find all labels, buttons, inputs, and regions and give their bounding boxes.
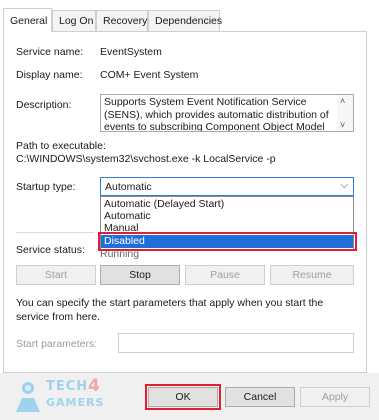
logo-mark-icon xyxy=(16,382,40,412)
display-name-value: COM+ Event System xyxy=(100,69,199,81)
tab-dependencies[interactable]: Dependencies xyxy=(148,10,222,31)
logo-line1: TECH xyxy=(46,379,89,394)
chevron-down-icon[interactable]: ⌵ xyxy=(340,180,348,191)
highlight-frame-ok xyxy=(145,384,221,410)
option-automatic[interactable]: Automatic xyxy=(101,210,353,222)
start-params-label: Start parameters: xyxy=(16,338,98,350)
apply-button[interactable]: Apply xyxy=(300,387,370,407)
start-params-input[interactable] xyxy=(118,333,354,353)
tech4gamers-logo: TECH 4 GAMERS xyxy=(8,376,128,416)
cancel-button[interactable]: Cancel xyxy=(225,387,295,407)
stop-button[interactable]: Stop xyxy=(100,265,180,285)
start-button[interactable]: Start xyxy=(16,265,96,285)
tab-recovery[interactable]: Recovery xyxy=(96,10,148,31)
description-scrollbar[interactable]: ˄ ˅ xyxy=(337,95,353,131)
option-automatic-delayed[interactable]: Automatic (Delayed Start) xyxy=(101,198,353,210)
tab-bar: General Log On Recovery Dependencies xyxy=(0,8,379,32)
start-params-hint: You can specify the start parameters tha… xyxy=(16,297,324,323)
startup-type-selected: Automatic xyxy=(105,181,152,193)
startup-type-label: Startup type: xyxy=(16,181,76,193)
description-text: Supports System Event Notification Servi… xyxy=(104,96,329,132)
highlight-frame-disabled xyxy=(98,232,357,251)
tab-log-on[interactable]: Log On xyxy=(52,10,96,31)
service-name-value: EventSystem xyxy=(100,46,162,58)
description-label: Description: xyxy=(16,99,72,111)
resume-button[interactable]: Resume xyxy=(270,265,354,285)
logo-line2: GAMERS xyxy=(46,396,105,409)
path-label: Path to executable: xyxy=(16,140,106,152)
scroll-up-icon[interactable]: ˄ xyxy=(340,96,345,106)
path-value: C:\WINDOWS\system32\svchost.exe -k Local… xyxy=(16,153,276,165)
logo-badge: 4 xyxy=(88,376,101,396)
service-name-label: Service name: xyxy=(16,46,84,58)
startup-type-select[interactable]: Automatic ⌵ xyxy=(100,177,354,196)
tab-general[interactable]: General xyxy=(3,8,52,32)
description-box[interactable]: Supports System Event Notification Servi… xyxy=(100,94,354,132)
display-name-label: Display name: xyxy=(16,69,83,81)
scroll-down-icon[interactable]: ˅ xyxy=(340,120,345,130)
pause-button[interactable]: Pause xyxy=(185,265,265,285)
service-status-label: Service status: xyxy=(16,244,85,256)
divider xyxy=(16,232,94,233)
